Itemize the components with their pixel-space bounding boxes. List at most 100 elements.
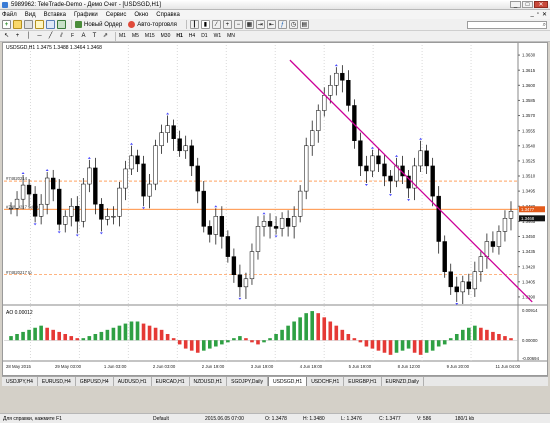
fractal-up-marker xyxy=(262,212,266,215)
fibonacci-icon[interactable]: F xyxy=(68,32,77,41)
chart-tabs: USDJPY,H4 EURUSD,H4 GBPUSD,H4 AUDUSD,H1 … xyxy=(2,376,548,387)
vertical-line-icon[interactable]: │ xyxy=(24,32,33,41)
bar-chart-icon[interactable]: ┃ xyxy=(189,20,199,29)
x-axis-tick-label: 5 Jun 19:00 xyxy=(349,364,372,369)
cursor-icon[interactable]: ↖ xyxy=(2,32,11,41)
trendline-icon[interactable]: ╱ xyxy=(46,32,55,41)
main-toolbar: + Новый Ордер Авто-торговля ┃ ▮ ⁄ + − ▦ … xyxy=(0,19,550,31)
periods-icon[interactable]: ◷ xyxy=(288,20,298,29)
timeframe-w1[interactable]: W1 xyxy=(214,33,222,39)
status-bar: Для справки, нажмите F1 Default 2015.06.… xyxy=(0,413,550,423)
timeframe-m5[interactable]: M5 xyxy=(132,33,139,39)
candle-body xyxy=(177,138,182,152)
zoom-out-icon[interactable]: − xyxy=(233,20,243,29)
x-axis-tick-label: 28 May 2015 xyxy=(6,364,31,369)
channel-icon[interactable]: ⫽ xyxy=(57,32,66,41)
x-axis-tick-label: 29 May 03:00 xyxy=(55,364,82,369)
fractal-down-marker xyxy=(238,297,242,300)
candle-body xyxy=(502,218,508,232)
candle-body xyxy=(304,145,309,192)
menu-insert[interactable]: Вставка xyxy=(44,12,66,18)
navigator-icon[interactable] xyxy=(35,20,44,29)
ao-scale-label: 0.00914 xyxy=(522,308,538,313)
mdi-minimize-button[interactable]: _ xyxy=(530,11,533,18)
menu-help[interactable]: Справка xyxy=(156,12,180,18)
scroll-icon[interactable]: ⇥ xyxy=(255,20,265,29)
timeframe-h1[interactable]: H1 xyxy=(176,33,182,39)
chart-window[interactable]: USDSGD,H1 1.3475 1.3488 1.3464 1.3468 AO… xyxy=(2,42,548,376)
auto-trading-label: Авто-торговля xyxy=(137,21,177,28)
candle-body xyxy=(75,205,80,222)
mdi-close-button[interactable]: ✕ xyxy=(542,11,547,18)
fractal-up-marker xyxy=(45,168,49,171)
x-axis-tick-label: 8 Jun 12:00 xyxy=(398,364,421,369)
candle-body xyxy=(285,218,291,227)
menu-charts[interactable]: Графики xyxy=(74,12,98,18)
fractal-down-marker xyxy=(99,232,103,235)
close-button[interactable]: ✕ xyxy=(534,1,548,8)
profiles-icon[interactable] xyxy=(13,20,22,29)
candle-body xyxy=(237,274,243,288)
new-order-button[interactable]: Новый Ордер xyxy=(75,21,122,28)
horizontal-line-icon[interactable]: ─ xyxy=(35,32,44,41)
candle-body xyxy=(388,175,393,182)
chart-header: USDSGD,H1 1.3475 1.3488 1.3464 1.3468 xyxy=(6,45,102,51)
candles-icon[interactable]: ▮ xyxy=(200,20,210,29)
search-input[interactable]: ⌕ xyxy=(467,21,547,29)
y-axis-tick-label: 1.3450 xyxy=(522,234,536,239)
candle-body xyxy=(87,167,92,185)
app-icon xyxy=(2,1,8,8)
tester-icon[interactable] xyxy=(57,20,66,29)
label-icon[interactable]: T xyxy=(90,32,99,41)
market-watch-icon[interactable] xyxy=(24,20,33,29)
templates-icon[interactable]: ▤ xyxy=(299,20,309,29)
candle-body xyxy=(442,241,447,272)
fractal-up-marker xyxy=(334,64,338,67)
candle-body xyxy=(478,256,484,272)
candle-body xyxy=(201,190,206,227)
candle-body xyxy=(249,251,255,280)
status-high: H: 1.3480 xyxy=(303,415,325,422)
menu-view[interactable]: Вид xyxy=(25,12,36,18)
candle-body xyxy=(105,216,110,220)
maximize-button[interactable]: □ xyxy=(522,1,533,8)
fractal-down-marker xyxy=(33,223,37,226)
candle-body xyxy=(490,241,496,247)
menu-tools[interactable]: Сервис xyxy=(106,12,127,18)
timeframe-h4[interactable]: H4 xyxy=(189,33,195,39)
candle-body xyxy=(508,211,514,219)
search-icon: ⌕ xyxy=(542,21,546,28)
timeframe-m30[interactable]: M30 xyxy=(161,33,171,39)
mdi-restore-button[interactable]: ▫ xyxy=(537,11,539,18)
candle-body xyxy=(20,184,26,200)
menu-file[interactable]: Файл xyxy=(2,12,17,18)
tile-icon[interactable]: ▦ xyxy=(244,20,254,29)
timeframe-d1[interactable]: D1 xyxy=(201,33,207,39)
terminal-icon[interactable] xyxy=(46,20,55,29)
arrows-icon[interactable]: ⇗ xyxy=(101,32,110,41)
line-chart-icon[interactable]: ⁄ xyxy=(211,20,221,29)
minimize-button[interactable]: _ xyxy=(510,1,521,8)
auto-trading-button[interactable]: Авто-торговля xyxy=(128,21,177,28)
candle-body xyxy=(69,205,74,217)
text-icon[interactable]: A xyxy=(79,32,88,41)
zoom-in-icon[interactable]: + xyxy=(222,20,232,29)
timeframe-m15[interactable]: M15 xyxy=(145,33,155,39)
order-line-label: #74820214 xyxy=(6,176,28,181)
indicators-icon[interactable]: ƒ xyxy=(277,20,287,29)
ao-scale-label: -0.00694 xyxy=(522,356,540,361)
x-axis-tick-label: 3 Jun 19:00 xyxy=(251,364,274,369)
new-chart-icon[interactable]: + xyxy=(2,20,11,29)
fractal-up-marker xyxy=(395,154,399,157)
timeframe-m1[interactable]: M1 xyxy=(119,33,126,39)
shift-icon[interactable]: ⇤ xyxy=(266,20,276,29)
candle-body xyxy=(8,207,14,210)
price-chart[interactable]: USDSGD,H1 1.3475 1.3488 1.3464 1.3468 AO… xyxy=(3,43,547,375)
candle-body xyxy=(183,145,188,152)
candle-body xyxy=(460,281,465,293)
timeframe-mn[interactable]: MN xyxy=(227,33,235,39)
fractal-up-marker xyxy=(21,171,25,174)
menu-window[interactable]: Окно xyxy=(134,12,148,18)
ao-scale-label: 0.00000 xyxy=(522,338,538,343)
crosshair-icon[interactable]: + xyxy=(13,32,22,41)
